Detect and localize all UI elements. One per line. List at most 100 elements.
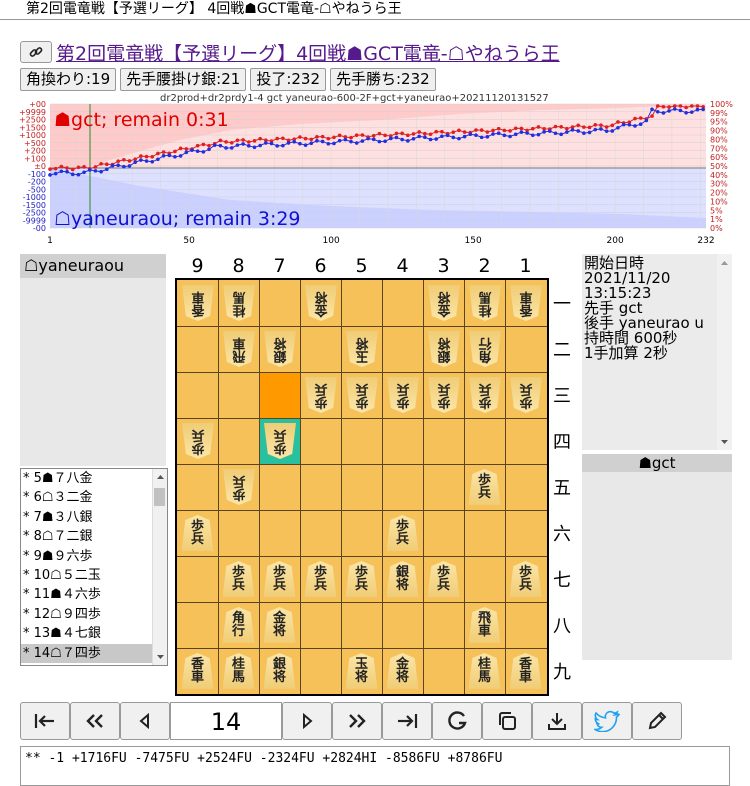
move-list-item[interactable]: * 11☗４六歩 bbox=[21, 585, 167, 604]
x-tick-label: 50 bbox=[183, 236, 195, 246]
gote-piece[interactable]: 歩兵 bbox=[182, 423, 214, 459]
info-scroll-up-icon[interactable] bbox=[717, 257, 732, 269]
move-list-item[interactable]: * 14☖７四歩 bbox=[21, 643, 167, 663]
gote-piece[interactable]: 歩兵 bbox=[510, 377, 542, 413]
move-list-item[interactable]: * 10☖５二玉 bbox=[21, 566, 167, 585]
twitter-share-button[interactable] bbox=[582, 702, 632, 740]
gote-piece[interactable]: 歩兵 bbox=[469, 377, 501, 413]
move-list-item[interactable]: * 13☗４七銀 bbox=[21, 624, 167, 643]
move-list-item[interactable]: * 7☗３八銀 bbox=[21, 508, 167, 527]
next-move-button[interactable] bbox=[282, 702, 332, 740]
column-number: 7 bbox=[273, 255, 286, 277]
right-tick-label: 1% bbox=[710, 215, 723, 224]
evaluation-graph[interactable]: +00+9999+2500+1500+1000+500+200+100±0-10… bbox=[0, 100, 750, 248]
gote-eval-point bbox=[576, 129, 581, 133]
scroll-down-icon[interactable] bbox=[154, 651, 167, 663]
info-scroll-down-icon[interactable] bbox=[717, 436, 732, 448]
shogi-board[interactable]: 香車桂馬金将金将桂馬香車飛車銀将玉将銀将角行歩兵歩兵歩兵歩兵歩兵歩兵歩兵歩兵歩兵… bbox=[175, 278, 549, 696]
gote-piece[interactable]: 桂馬 bbox=[469, 285, 501, 321]
sente-piece[interactable]: 香車 bbox=[509, 653, 542, 689]
sente-piece[interactable]: 桂馬 bbox=[468, 653, 501, 689]
sente-piece[interactable]: 歩兵 bbox=[509, 561, 542, 597]
tag-result[interactable]: 投了:232 bbox=[250, 68, 326, 91]
row-number: 四 bbox=[553, 432, 571, 453]
sente-eval-point bbox=[235, 138, 240, 143]
gote-piece[interactable]: 歩兵 bbox=[305, 377, 337, 413]
move-list-item[interactable]: * 9☗９六歩 bbox=[21, 547, 167, 566]
gote-piece[interactable]: 銀将 bbox=[428, 331, 460, 367]
gote-piece[interactable]: 桂馬 bbox=[223, 285, 255, 321]
sente-piece[interactable]: 金将 bbox=[386, 653, 419, 689]
gote-eval-point bbox=[161, 153, 166, 158]
sente-eval-point bbox=[241, 138, 245, 142]
sente-piece[interactable]: 歩兵 bbox=[468, 469, 501, 505]
sente-piece[interactable]: 歩兵 bbox=[386, 515, 419, 551]
gote-piece[interactable]: 金将 bbox=[305, 285, 337, 321]
move-number-input[interactable]: 14 bbox=[170, 702, 282, 740]
sente-piece[interactable]: 飛車 bbox=[468, 607, 501, 643]
board-grid-line bbox=[177, 418, 547, 419]
sente-piece[interactable]: 歩兵 bbox=[345, 561, 378, 597]
gote-eval-point bbox=[303, 143, 308, 147]
gote-piece[interactable]: 玉将 bbox=[346, 331, 378, 367]
move-list-item[interactable]: * 12☖９四歩 bbox=[21, 605, 167, 624]
sente-piece[interactable]: 銀将 bbox=[263, 653, 296, 689]
last-move-button[interactable] bbox=[382, 702, 432, 740]
move-list-item[interactable]: * 8☖７二銀 bbox=[21, 527, 167, 546]
tag-opening[interactable]: 角換わり:19 bbox=[20, 68, 117, 91]
move-list-item[interactable]: * 6☖３二金 bbox=[21, 488, 167, 507]
left-axis-ticks: +00+9999+2500+1500+1000+500+200+100±0-10… bbox=[19, 100, 46, 233]
sente-piece[interactable]: 香車 bbox=[181, 653, 214, 689]
download-button[interactable] bbox=[532, 702, 582, 740]
sente-eval-point bbox=[93, 165, 98, 169]
permalink-button[interactable] bbox=[20, 41, 52, 63]
gote-piece[interactable]: 歩兵 bbox=[264, 423, 296, 459]
tag-winner[interactable]: 先手勝ち:232 bbox=[330, 68, 436, 91]
board-grid-line bbox=[218, 280, 219, 694]
tag-strategy[interactable]: 先手腰掛け銀:21 bbox=[120, 68, 247, 91]
first-move-button[interactable] bbox=[20, 702, 70, 740]
gote-eval-point bbox=[241, 142, 245, 146]
sente-piece[interactable]: 歩兵 bbox=[304, 561, 337, 597]
sente-eval-point bbox=[326, 136, 331, 141]
kif-text-area[interactable]: ** -1 +1716FU -7475FU +2524FU -2324FU +2… bbox=[20, 746, 730, 786]
reload-button[interactable] bbox=[432, 702, 482, 740]
sente-eval-point bbox=[70, 167, 75, 172]
sente-piece[interactable]: 歩兵 bbox=[263, 561, 296, 597]
move-list-scroll-thumb[interactable] bbox=[154, 488, 165, 506]
gote-piece[interactable]: 歩兵 bbox=[223, 469, 255, 505]
sente-piece[interactable]: 金将 bbox=[263, 607, 296, 643]
copy-button[interactable] bbox=[482, 702, 532, 740]
sente-piece[interactable]: 銀将 bbox=[386, 561, 419, 597]
gote-piece[interactable]: 歩兵 bbox=[346, 377, 378, 413]
gote-eval-point bbox=[684, 111, 688, 115]
sente-piece[interactable]: 歩兵 bbox=[427, 561, 460, 597]
move-list[interactable]: * 5☗７八金 * 6☖３二金 * 7☗３八銀 * 8☖７二銀 * 9☗９六歩 * 10☖… bbox=[20, 468, 168, 666]
sente-piece[interactable]: 桂馬 bbox=[222, 653, 255, 689]
prev-move-button[interactable] bbox=[120, 702, 170, 740]
gote-piece[interactable]: 角行 bbox=[469, 331, 501, 367]
sente-eval-point bbox=[485, 130, 490, 134]
forward-10-button[interactable] bbox=[332, 702, 382, 740]
sente-piece[interactable]: 玉将 bbox=[345, 653, 378, 689]
gote-piece[interactable]: 飛車 bbox=[223, 331, 255, 367]
gote-piece[interactable]: 歩兵 bbox=[428, 377, 460, 413]
gote-piece[interactable]: 香車 bbox=[510, 285, 542, 321]
sente-eval-point bbox=[406, 133, 410, 138]
info-scrollbar[interactable] bbox=[717, 254, 732, 450]
edit-button[interactable] bbox=[632, 702, 682, 740]
sente-piece[interactable]: 歩兵 bbox=[222, 561, 255, 597]
gote-piece[interactable]: 歩兵 bbox=[387, 377, 419, 413]
scroll-up-icon[interactable] bbox=[154, 471, 167, 483]
gote-eval-point bbox=[377, 139, 382, 144]
right-tick-label: 60% bbox=[710, 153, 728, 162]
gote-piece[interactable]: 香車 bbox=[182, 285, 214, 321]
sente-piece[interactable]: 角行 bbox=[222, 607, 255, 643]
move-list-scrollbar[interactable] bbox=[152, 469, 167, 665]
move-list-item[interactable]: * 5☗７八金 bbox=[21, 469, 167, 488]
sente-piece[interactable]: 歩兵 bbox=[181, 515, 214, 551]
game-title-link[interactable]: 第2回電竜戦【予選リーグ】4回戦☗GCT電竜-☖やねうら王 bbox=[56, 39, 560, 66]
gote-piece[interactable]: 銀将 bbox=[264, 331, 296, 367]
gote-piece[interactable]: 金将 bbox=[428, 285, 460, 321]
back-10-button[interactable] bbox=[70, 702, 120, 740]
